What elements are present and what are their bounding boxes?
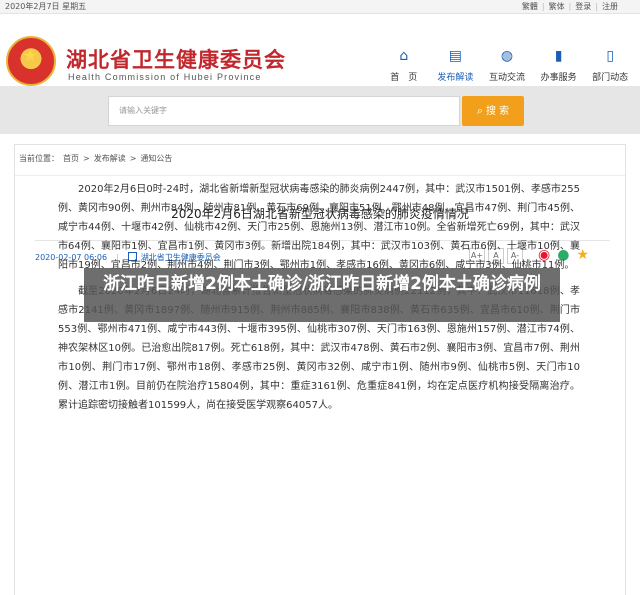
nav-item-publish[interactable]: ▤ 发布解读: [430, 46, 482, 83]
nav-label: 互动交流: [488, 73, 525, 83]
breadcrumb-separator: >: [83, 154, 90, 163]
traditional-chinese-link[interactable]: 繁體: [518, 2, 542, 11]
publish-icon: ▤: [448, 48, 462, 64]
article-paragraph: 2020年2月6日0时-24时，湖北省新增新型冠状病毒感染的肺炎病例2447例，…: [58, 184, 580, 271]
search-button-label: 搜 索: [485, 106, 510, 117]
breadcrumb-separator: >: [129, 154, 137, 163]
breadcrumb-prefix: 当前位置：: [19, 154, 59, 163]
nav-item-home[interactable]: ⌂ 首 页: [378, 46, 430, 83]
nav-item-departments[interactable]: ▯ 部门动态: [584, 46, 636, 83]
main-nav: ⌂ 首 页 ▤ 发布解读 ◍ 互动交流 ▮ 办事服务 ▯ 部门动态: [378, 46, 636, 83]
nav-label: 发布解读: [437, 73, 474, 83]
breadcrumb-item-notice[interactable]: 通知公告: [140, 154, 172, 163]
nav-item-interaction[interactable]: ◍ 互动交流: [481, 46, 533, 83]
site-title[interactable]: 湖北省卫生健康委员会: [66, 44, 286, 74]
nav-label: 部门动态: [592, 73, 629, 83]
search-band: 请输入关键字 ⌕ 搜 索: [0, 86, 640, 134]
login-link[interactable]: 登录: [571, 2, 595, 11]
breadcrumb-item-home[interactable]: 首页: [63, 154, 79, 163]
breadcrumb-item-publish[interactable]: 发布解读: [94, 154, 126, 163]
site-header: ★ 湖北省卫生健康委员会 Health Commission of Hubei …: [0, 14, 640, 86]
home-icon: ⌂: [399, 48, 409, 64]
nav-label: 办事服务: [540, 73, 577, 83]
register-link[interactable]: 注册: [598, 2, 622, 11]
simplified-chinese-link[interactable]: 繁体: [545, 2, 569, 11]
site-subtitle: Health Commission of Hubei Province: [68, 72, 262, 82]
nav-label: 首 页: [390, 73, 418, 83]
breadcrumb: 当前位置： 首页 > 发布解读 > 通知公告: [19, 153, 176, 164]
building-icon: ▯: [606, 48, 615, 64]
utility-links: 繁體 | 繁体 | 登录 | 注册: [518, 0, 622, 14]
chat-icon: ◍: [500, 48, 514, 64]
search-button[interactable]: ⌕ 搜 索: [462, 96, 524, 126]
search-icon: ⌕: [476, 104, 483, 117]
nav-item-services[interactable]: ▮ 办事服务: [533, 46, 585, 83]
divider: [15, 175, 625, 176]
star-icon: ★: [23, 46, 38, 65]
headline-overlay-banner: 浙江昨日新增2例本土确诊/浙江昨日新增2例本土确诊病例: [84, 268, 560, 322]
current-date: 2020年2月7日 星期五: [5, 2, 87, 11]
national-emblem-logo[interactable]: ★: [6, 36, 56, 86]
search-input[interactable]: 请输入关键字: [108, 96, 460, 126]
top-utility-bar: 2020年2月7日 星期五 繁體 | 繁体 | 登录 | 注册: [0, 0, 640, 14]
bookmark-icon: ▮: [554, 48, 563, 64]
